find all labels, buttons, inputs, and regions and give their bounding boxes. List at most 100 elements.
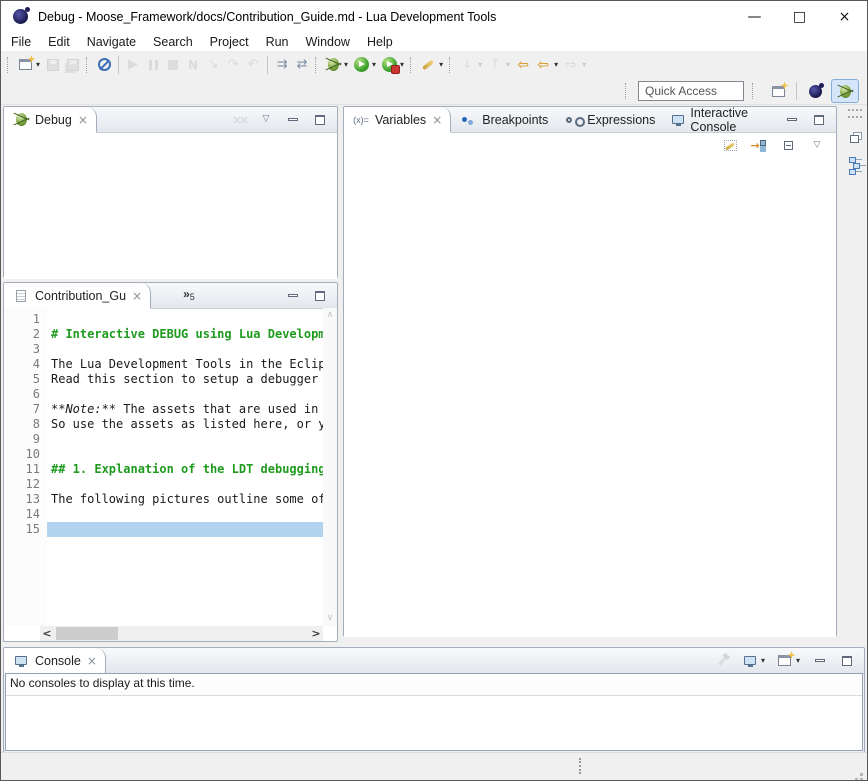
menu-navigate[interactable]: Navigate: [87, 35, 136, 49]
code-line-4[interactable]: The Lua Development Tools in the Eclips: [47, 357, 323, 372]
step-return-button[interactable]: ↶: [243, 54, 263, 75]
show-type-names-button[interactable]: [720, 135, 740, 156]
maximize-view-button[interactable]: [809, 109, 829, 130]
open-perspective-button[interactable]: [765, 80, 791, 102]
dropdown-arrow-icon[interactable]: ▾: [554, 60, 558, 69]
dropdown-arrow-icon[interactable]: ▾: [506, 60, 510, 69]
code-line-13[interactable]: The following pictures outline some of: [47, 492, 323, 507]
code-line-12[interactable]: [47, 477, 323, 492]
menu-help[interactable]: Help: [367, 35, 393, 49]
use-step-filters-button[interactable]: ⇉: [272, 54, 292, 75]
debug-perspective-button[interactable]: [831, 79, 859, 103]
skip-all-breakpoints-button[interactable]: [94, 54, 114, 75]
maximize-view-button[interactable]: [837, 650, 857, 671]
code-line-2[interactable]: # Interactive DEBUG using Lua Developme: [47, 327, 323, 342]
resume-button[interactable]: ▶: [123, 54, 143, 75]
restore-minimized-views-button[interactable]: [846, 128, 864, 146]
show-logical-structure-button[interactable]: [749, 135, 769, 156]
scroll-down-icon[interactable]: ∨: [327, 614, 334, 623]
minimize-view-button[interactable]: [810, 650, 830, 671]
quick-access-input[interactable]: Quick Access: [638, 81, 744, 101]
scrollbar-thumb[interactable]: [56, 627, 118, 640]
tab-variables[interactable]: (x)=Variables×: [344, 107, 451, 133]
tab-breakpoints[interactable]: Breakpoints: [451, 107, 556, 132]
tab-contribution-guide[interactable]: Contribution_Gu ×: [4, 283, 151, 309]
minimize-window-button[interactable]: —: [732, 1, 777, 32]
last-edit-location-button[interactable]: ⇦: [513, 54, 533, 75]
outline-view-button[interactable]: [846, 158, 864, 179]
debug-button[interactable]: ▾: [323, 54, 351, 75]
code-line-15[interactable]: [47, 522, 323, 537]
minimize-view-button[interactable]: [283, 109, 303, 130]
disconnect-button[interactable]: N: [183, 54, 203, 75]
display-selected-console-button[interactable]: ▾: [740, 650, 768, 671]
editor-vertical-scrollbar[interactable]: ∧ ∨: [323, 308, 337, 626]
maximize-view-button[interactable]: [310, 285, 330, 306]
scrollbar-track[interactable]: [54, 626, 309, 641]
close-tab-icon[interactable]: ×: [432, 113, 442, 127]
edit-step-filters-button[interactable]: ⇄: [292, 54, 312, 75]
code-line-5[interactable]: Read this section to setup a debugger: [47, 372, 323, 387]
pin-console-button[interactable]: [713, 650, 733, 671]
console-content[interactable]: No consoles to display at this time.: [5, 673, 863, 751]
menu-project[interactable]: Project: [210, 35, 249, 49]
lua-perspective-button[interactable]: [802, 80, 828, 102]
splitter-handle-icon[interactable]: [579, 758, 583, 774]
menu-window[interactable]: Window: [306, 35, 350, 49]
tab-debug[interactable]: Debug×: [4, 107, 97, 133]
dropdown-arrow-icon[interactable]: ▾: [796, 656, 800, 665]
dropdown-arrow-icon[interactable]: ▾: [372, 60, 376, 69]
save-button[interactable]: [43, 54, 63, 75]
variables-content[interactable]: [344, 157, 836, 637]
menu-edit[interactable]: Edit: [48, 35, 70, 49]
close-window-button[interactable]: ×: [822, 1, 867, 32]
dropdown-arrow-icon[interactable]: ▾: [36, 60, 40, 69]
code-line-14[interactable]: [47, 507, 323, 522]
dropdown-arrow-icon[interactable]: ▾: [478, 60, 482, 69]
menu-run[interactable]: Run: [266, 35, 289, 49]
close-tab-icon[interactable]: ×: [78, 113, 88, 127]
scroll-left-icon[interactable]: <: [40, 627, 54, 640]
maximize-view-button[interactable]: [310, 109, 330, 130]
hidden-editors-chevron[interactable]: »5: [183, 283, 195, 308]
terminate-button[interactable]: [163, 54, 183, 75]
minimize-view-button[interactable]: [782, 109, 802, 130]
remove-all-terminated-button[interactable]: ××: [229, 109, 249, 130]
debug-view-content[interactable]: [4, 133, 337, 279]
collapse-all-button[interactable]: [778, 135, 798, 156]
rail-drag-handle[interactable]: [848, 109, 862, 118]
run-button[interactable]: ▾: [351, 54, 379, 75]
menu-search[interactable]: Search: [153, 35, 193, 49]
code-line-6[interactable]: [47, 387, 323, 402]
tab-expressions[interactable]: Expressions: [556, 107, 663, 132]
new-wizard-button[interactable]: ▾: [15, 54, 43, 75]
dropdown-arrow-icon[interactable]: ▾: [400, 60, 404, 69]
dropdown-arrow-icon[interactable]: ▾: [582, 60, 586, 69]
step-into-button[interactable]: ↘: [203, 54, 223, 75]
code-line-8[interactable]: So use the assets as listed here, or y: [47, 417, 323, 432]
dropdown-arrow-icon[interactable]: ▾: [344, 60, 348, 69]
view-menu-button[interactable]: ▽: [256, 109, 276, 130]
open-console-button[interactable]: ▾: [775, 650, 803, 671]
code-line-1[interactable]: [47, 312, 323, 327]
external-tools-button[interactable]: ▾: [379, 54, 407, 75]
scroll-right-icon[interactable]: >: [309, 627, 323, 640]
close-tab-icon[interactable]: ×: [132, 289, 142, 303]
forward-button[interactable]: ⇨▾: [561, 54, 589, 75]
editor-horizontal-scrollbar[interactable]: < >: [40, 626, 323, 641]
code-line-11[interactable]: ## 1. Explanation of the LDT debugging: [47, 462, 323, 477]
previous-annotation-button[interactable]: ↑▾: [485, 54, 513, 75]
code-line-9[interactable]: [47, 432, 323, 447]
resize-grip-icon[interactable]: [860, 773, 863, 776]
dropdown-arrow-icon[interactable]: ▾: [761, 656, 765, 665]
open-task-button[interactable]: ▾: [418, 54, 446, 75]
step-over-button[interactable]: ↷: [223, 54, 243, 75]
back-button[interactable]: ⇦▾: [533, 54, 561, 75]
scroll-up-icon[interactable]: ∧: [327, 311, 334, 320]
minimize-view-button[interactable]: [283, 285, 303, 306]
editor-text-area[interactable]: # Interactive DEBUG using Lua Developme T…: [47, 308, 323, 626]
suspend-button[interactable]: [143, 54, 163, 75]
close-tab-icon[interactable]: ×: [87, 654, 97, 668]
dropdown-arrow-icon[interactable]: ▾: [439, 60, 443, 69]
code-line-3[interactable]: [47, 342, 323, 357]
